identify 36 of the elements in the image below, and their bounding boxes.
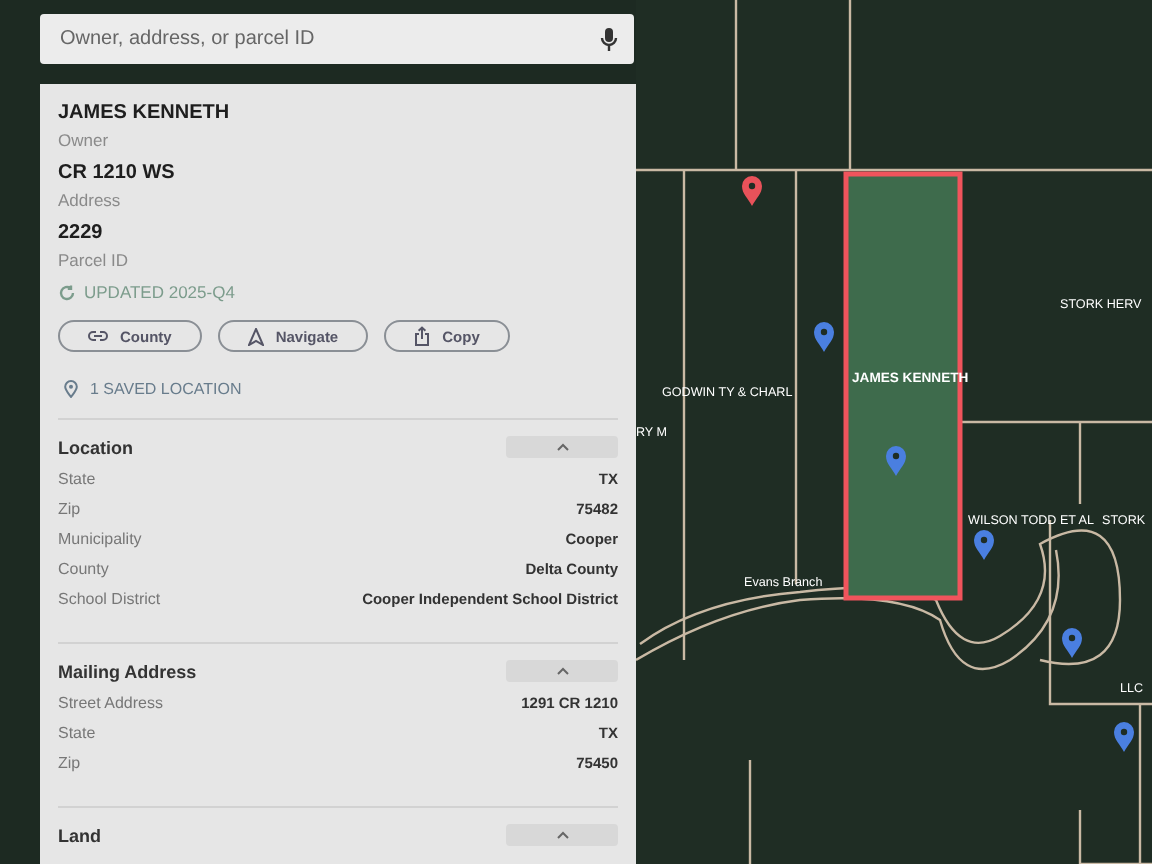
field-label: Address	[58, 190, 123, 210]
chevron-up-icon	[555, 666, 569, 676]
navigation-arrow-icon	[247, 327, 264, 345]
map-pin-icon[interactable]	[742, 176, 762, 206]
property-label: Zip	[58, 754, 81, 772]
search-field[interactable]: Owner, address, or parcel ID	[60, 28, 588, 50]
property-label: Street Address	[58, 694, 163, 712]
property-label: County	[58, 560, 109, 578]
updated-text: UPDATED 2025-Q4	[84, 282, 235, 302]
section-title: Mailing Address	[58, 661, 197, 681]
map-pin-icon[interactable]	[886, 446, 906, 476]
location-pin-icon	[64, 380, 78, 398]
field-label: Owner	[58, 130, 111, 150]
share-icon	[414, 326, 431, 346]
link-icon	[88, 330, 108, 342]
property-label: Municipality	[58, 530, 142, 548]
property-label: State	[58, 470, 96, 488]
chevron-up-icon	[555, 442, 569, 452]
property-label: School District	[58, 590, 161, 608]
property-label: State	[58, 724, 96, 742]
search-bar[interactable]: Owner, address, or parcel ID	[40, 14, 634, 64]
section-title: Location	[58, 437, 133, 457]
map-pin-icon[interactable]	[1114, 722, 1134, 752]
microphone-icon[interactable]	[600, 27, 618, 51]
map-pin-icon[interactable]	[1062, 628, 1082, 658]
refresh-icon	[58, 283, 76, 301]
map-pin-icon[interactable]	[974, 530, 994, 560]
field-label: Parcel ID	[58, 250, 130, 270]
field-value: CR 1210 WS	[58, 162, 177, 184]
chevron-up-icon	[555, 830, 569, 840]
field-value: JAMES KENNETH	[58, 102, 232, 124]
field-value: 2229	[58, 222, 105, 244]
saved-locations-link[interactable]: 1 SAVED LOCATION	[90, 380, 242, 398]
section-title: Land	[58, 825, 101, 845]
property-label: Zip	[58, 500, 81, 518]
map-pin-icon[interactable]	[814, 322, 834, 352]
